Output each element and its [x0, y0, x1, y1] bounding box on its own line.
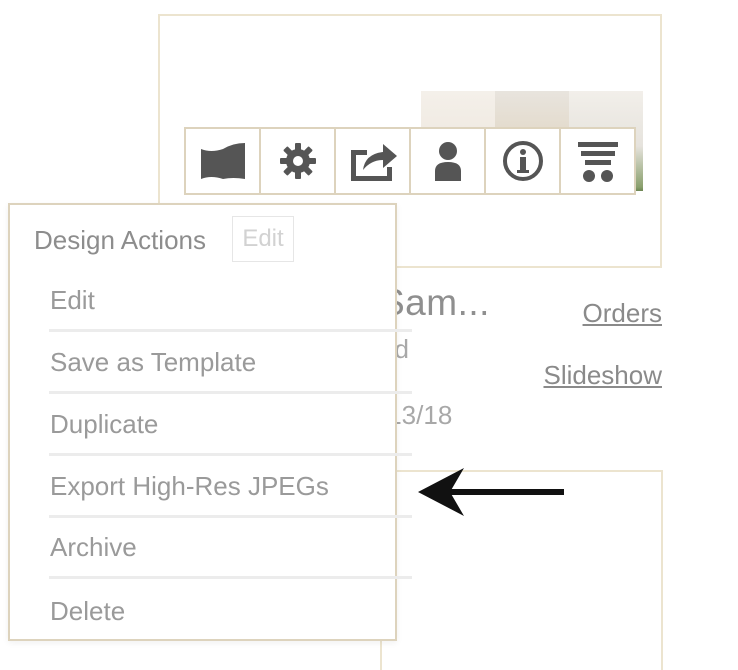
menu-item-edit[interactable]: Edit [49, 272, 412, 332]
gear-icon[interactable] [261, 129, 336, 193]
menu-item-save-as-template[interactable]: Save as Template [49, 334, 412, 394]
menu-item-delete[interactable]: Delete [49, 581, 412, 641]
info-icon[interactable] [486, 129, 561, 193]
person-icon[interactable] [411, 129, 486, 193]
design-toolbar [184, 127, 636, 195]
orders-link[interactable]: Orders [583, 298, 662, 329]
menu-item-export-jpegs[interactable]: Export High-Res JPEGs [49, 458, 412, 518]
edit-button[interactable]: Edit [232, 216, 294, 262]
slideshow-link[interactable]: Slideshow [543, 360, 662, 391]
book-icon[interactable] [186, 129, 261, 193]
share-icon[interactable] [336, 129, 411, 193]
menu-item-archive[interactable]: Archive [49, 519, 412, 579]
pointer-arrow-icon [418, 468, 564, 516]
filter-icon[interactable] [561, 129, 634, 193]
menu-title: Design Actions [34, 225, 206, 255]
menu-item-duplicate[interactable]: Duplicate [49, 396, 412, 456]
